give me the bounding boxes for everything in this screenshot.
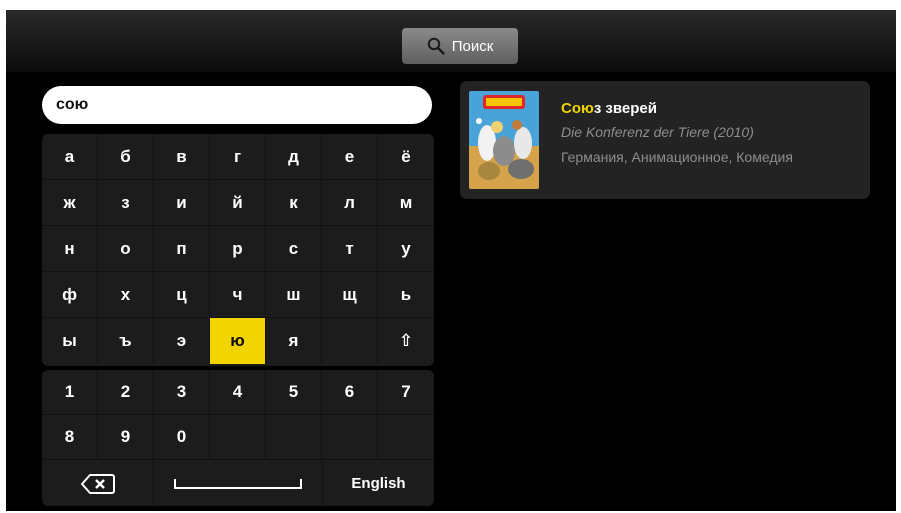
key-letter[interactable]: н xyxy=(42,226,98,272)
key-letter[interactable]: ю xyxy=(210,318,266,364)
result-genres: Германия, Анимационное, Комедия xyxy=(561,149,793,165)
search-button-label: Поиск xyxy=(451,37,494,55)
tv-search-screen: Поиск сою абвгдеё жзийклм нопрсту фхцчшщь ыъ… xyxy=(6,10,896,511)
key-letter[interactable]: а xyxy=(42,134,98,180)
search-result-card[interactable]: Союз зверей Die Konferenz der Tiere (201… xyxy=(460,81,870,199)
search-button[interactable]: Поиск xyxy=(402,28,518,64)
key-letter[interactable]: э xyxy=(154,318,210,364)
empty-key xyxy=(322,318,378,364)
shift-key[interactable]: ⇧ xyxy=(378,318,434,364)
key-digit[interactable]: 7 xyxy=(378,370,434,415)
empty-key xyxy=(378,415,434,460)
key-digit[interactable]: 9 xyxy=(98,415,154,460)
key-letter[interactable]: о xyxy=(98,226,154,272)
key-letter[interactable]: е xyxy=(322,134,378,180)
key-digit[interactable]: 2 xyxy=(98,370,154,415)
magnifier-icon xyxy=(427,37,445,55)
empty-key xyxy=(322,415,378,460)
result-title: Союз зверей xyxy=(561,100,657,117)
key-digit[interactable]: 0 xyxy=(154,415,210,460)
key-letter[interactable]: ш xyxy=(266,272,322,318)
result-title-match: Сою xyxy=(561,100,594,117)
language-switch-key[interactable]: English xyxy=(323,461,434,506)
key-letter[interactable]: ф xyxy=(42,272,98,318)
key-letter[interactable]: м xyxy=(378,180,434,226)
key-letter[interactable]: щ xyxy=(322,272,378,318)
key-letter[interactable]: х xyxy=(98,272,154,318)
key-letter[interactable]: ы xyxy=(42,318,98,364)
key-letter[interactable]: я xyxy=(266,318,322,364)
key-letter[interactable]: к xyxy=(266,180,322,226)
search-query-field[interactable]: сою xyxy=(42,86,432,124)
empty-key xyxy=(210,415,266,460)
result-title-rest: з зверей xyxy=(593,100,657,117)
key-letter[interactable]: п xyxy=(154,226,210,272)
letter-keyboard: а б в г д е ё ж з и й к л м н о п р с т у ф х ц ч ш щ ь ы ъ э ю я ⇧ xyxy=(42,134,434,366)
key-letter[interactable]: д xyxy=(266,134,322,180)
key-letter[interactable]: с xyxy=(266,226,322,272)
key-digit[interactable]: 8 xyxy=(42,415,98,460)
key-letter[interactable]: з xyxy=(98,180,154,226)
key-letter[interactable]: ч xyxy=(210,272,266,318)
key-letter[interactable]: б xyxy=(98,134,154,180)
key-letter[interactable]: ж xyxy=(42,180,98,226)
key-digit[interactable]: 3 xyxy=(154,370,210,415)
top-bar: Поиск xyxy=(6,10,896,72)
empty-key xyxy=(266,415,322,460)
space-bar-icon xyxy=(174,478,302,489)
key-letter[interactable]: т xyxy=(322,226,378,272)
key-letter[interactable]: ь xyxy=(378,272,434,318)
space-key[interactable] xyxy=(154,461,323,506)
key-digit[interactable]: 5 xyxy=(266,370,322,415)
digit-keyboard: 098 7654321 English xyxy=(42,370,434,506)
key-digit[interactable]: 6 xyxy=(322,370,378,415)
key-letter[interactable]: у xyxy=(378,226,434,272)
result-original-title: Die Konferenz der Tiere (2010) xyxy=(561,124,754,140)
keyboard-bottom-row: English xyxy=(42,461,434,506)
key-letter[interactable]: й xyxy=(210,180,266,226)
key-digit[interactable]: 4 xyxy=(210,370,266,415)
key-letter[interactable]: ё xyxy=(378,134,434,180)
key-letter[interactable]: г xyxy=(210,134,266,180)
backspace-icon xyxy=(80,473,115,494)
movie-poster-thumbnail xyxy=(469,91,539,189)
key-letter[interactable]: р xyxy=(210,226,266,272)
key-letter[interactable]: и xyxy=(154,180,210,226)
key-letter[interactable]: л xyxy=(322,180,378,226)
key-letter[interactable]: в xyxy=(154,134,210,180)
key-digit[interactable]: 1 xyxy=(42,370,98,415)
key-letter[interactable]: ц xyxy=(154,272,210,318)
backspace-key[interactable] xyxy=(42,461,154,506)
key-letter[interactable]: ъ xyxy=(98,318,154,364)
